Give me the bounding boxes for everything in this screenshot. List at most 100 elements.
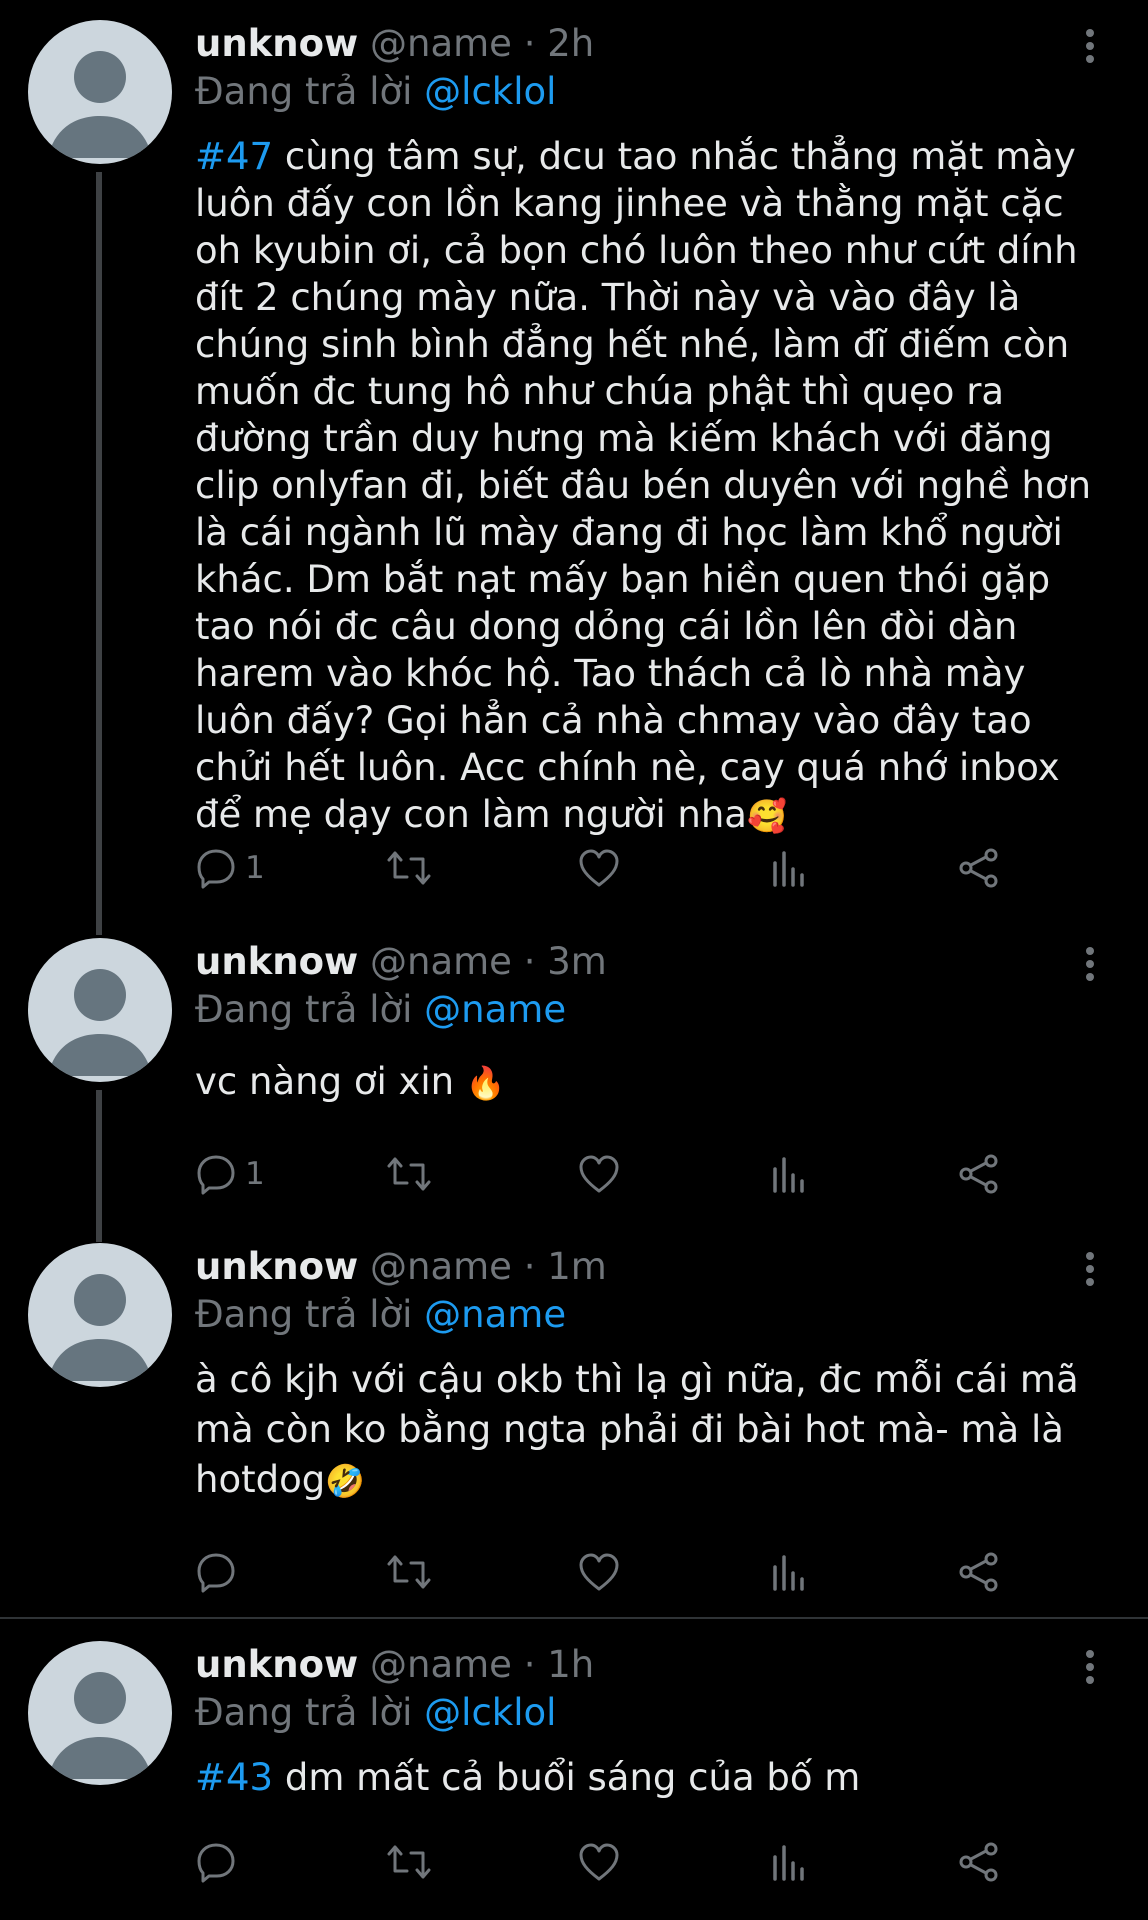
more-options-icon[interactable] bbox=[1078, 1249, 1102, 1289]
hashtag-link[interactable]: #47 bbox=[195, 135, 273, 178]
tweet-text: #43 dm mất cả buổi sáng của bố m bbox=[195, 1754, 1115, 1801]
display-name[interactable]: unknow bbox=[195, 1245, 358, 1288]
replying-to-mention[interactable]: @name bbox=[424, 1293, 566, 1336]
share-button[interactable] bbox=[957, 1837, 1001, 1887]
action-bar: 1 bbox=[195, 843, 1015, 893]
replying-to-label: Đang trả lời bbox=[195, 1293, 413, 1336]
action-bar bbox=[195, 1547, 1015, 1597]
default-avatar-icon bbox=[48, 1274, 152, 1381]
avatar[interactable] bbox=[28, 1641, 172, 1785]
retweet-icon bbox=[387, 1845, 431, 1879]
share-icon bbox=[959, 848, 998, 888]
like-button[interactable] bbox=[577, 843, 621, 893]
emoji: 🥰 bbox=[746, 797, 787, 835]
tweet[interactable]: unknow @name · 3m Đang trả lời @name vc … bbox=[0, 918, 1148, 1218]
tweet[interactable]: unknow @name · 1h Đang trả lời @lcklol #… bbox=[0, 1621, 1148, 1920]
replying-to: Đang trả lời @lcklol bbox=[195, 68, 556, 116]
action-bar: 1 bbox=[195, 1149, 1015, 1199]
emoji: 🤣 bbox=[325, 1462, 366, 1500]
like-button[interactable] bbox=[577, 1837, 621, 1887]
separator-dot: · bbox=[523, 1245, 536, 1288]
replying-to-mention[interactable]: @lcklol bbox=[424, 70, 556, 113]
analytics-button[interactable] bbox=[768, 1837, 810, 1887]
analytics-button[interactable] bbox=[768, 843, 810, 893]
heart-icon bbox=[579, 849, 619, 887]
retweet-button[interactable] bbox=[385, 1149, 433, 1199]
replying-to-label: Đang trả lời bbox=[195, 70, 413, 113]
avatar[interactable] bbox=[28, 20, 172, 164]
replying-to: Đang trả lời @name bbox=[195, 1291, 566, 1339]
replying-to-mention[interactable]: @lcklol bbox=[424, 1691, 556, 1734]
timestamp[interactable]: 3m bbox=[547, 940, 607, 983]
tweet-header: unknow @name · 2h bbox=[195, 20, 594, 68]
share-button[interactable] bbox=[957, 1149, 1001, 1199]
replying-to: Đang trả lời @name bbox=[195, 986, 566, 1034]
separator-dot: · bbox=[523, 1643, 536, 1686]
analytics-button[interactable] bbox=[768, 1149, 810, 1199]
tweet[interactable]: unknow @name · 1m Đang trả lời @name à c… bbox=[0, 1223, 1148, 1613]
retweet-icon bbox=[387, 1157, 431, 1191]
display-name[interactable]: unknow bbox=[195, 22, 358, 65]
heart-icon bbox=[579, 1843, 619, 1881]
heart-icon bbox=[579, 1553, 619, 1591]
reply-icon bbox=[197, 1553, 235, 1593]
avatar[interactable] bbox=[28, 1243, 172, 1387]
default-avatar-icon bbox=[48, 969, 152, 1076]
more-options-icon[interactable] bbox=[1078, 944, 1102, 984]
tweet-text: vc nàng ơi xin 🔥 bbox=[195, 1058, 1115, 1107]
tweet[interactable]: unknow @name · 2h Đang trả lời @lcklol #… bbox=[0, 0, 1148, 900]
retweet-button[interactable] bbox=[385, 843, 433, 893]
reply-button[interactable]: 1 bbox=[195, 843, 265, 893]
tweet-body: dm mất cả buổi sáng của bố m bbox=[273, 1756, 861, 1799]
retweet-button[interactable] bbox=[385, 1837, 433, 1887]
reply-count: 1 bbox=[245, 1156, 265, 1192]
tweet-divider bbox=[0, 1617, 1148, 1619]
default-avatar-icon bbox=[48, 1672, 152, 1779]
tweet-header: unknow @name · 1h bbox=[195, 1641, 594, 1689]
reply-button[interactable] bbox=[195, 1837, 245, 1887]
reply-button[interactable] bbox=[195, 1547, 245, 1597]
more-options-icon[interactable] bbox=[1078, 26, 1102, 66]
reply-button[interactable]: 1 bbox=[195, 1149, 265, 1199]
share-icon bbox=[959, 1154, 998, 1194]
reply-icon bbox=[197, 849, 235, 889]
share-icon bbox=[959, 1552, 998, 1592]
tweet-header: unknow @name · 1m bbox=[195, 1243, 607, 1291]
action-bar bbox=[195, 1837, 1015, 1887]
tweet-body: cùng tâm sự, dcu tao nhắc thẳng mặt mày … bbox=[195, 135, 1103, 836]
analytics-button[interactable] bbox=[768, 1547, 810, 1597]
user-handle[interactable]: @name bbox=[370, 1245, 512, 1288]
display-name[interactable]: unknow bbox=[195, 1643, 358, 1686]
analytics-icon bbox=[773, 851, 804, 887]
analytics-icon bbox=[773, 1157, 804, 1193]
replying-to: Đang trả lời @lcklol bbox=[195, 1689, 556, 1737]
tweet-text: à cô kjh với cậu okb thì lạ gì nữa, đc m… bbox=[195, 1355, 1095, 1506]
user-handle[interactable]: @name bbox=[370, 940, 512, 983]
like-button[interactable] bbox=[577, 1149, 621, 1199]
emoji: 🔥 bbox=[465, 1064, 506, 1102]
share-button[interactable] bbox=[957, 843, 1001, 893]
retweet-button[interactable] bbox=[385, 1547, 433, 1597]
separator-dot: · bbox=[523, 940, 536, 983]
timestamp[interactable]: 2h bbox=[547, 22, 594, 65]
like-button[interactable] bbox=[577, 1547, 621, 1597]
user-handle[interactable]: @name bbox=[370, 1643, 512, 1686]
user-handle[interactable]: @name bbox=[370, 22, 512, 65]
share-icon bbox=[959, 1842, 998, 1882]
tweet-text: #47 cùng tâm sự, dcu tao nhắc thẳng mặt … bbox=[195, 133, 1115, 840]
display-name[interactable]: unknow bbox=[195, 940, 358, 983]
separator-dot: · bbox=[523, 22, 536, 65]
retweet-icon bbox=[387, 851, 431, 885]
analytics-icon bbox=[773, 1555, 804, 1591]
replying-to-label: Đang trả lời bbox=[195, 988, 413, 1031]
tweet-header: unknow @name · 3m bbox=[195, 938, 607, 986]
more-options-icon[interactable] bbox=[1078, 1647, 1102, 1687]
timestamp[interactable]: 1m bbox=[547, 1245, 607, 1288]
avatar[interactable] bbox=[28, 938, 172, 1082]
share-button[interactable] bbox=[957, 1547, 1001, 1597]
replying-to-label: Đang trả lời bbox=[195, 1691, 413, 1734]
hashtag-link[interactable]: #43 bbox=[195, 1756, 273, 1799]
replying-to-mention[interactable]: @name bbox=[424, 988, 566, 1031]
timestamp[interactable]: 1h bbox=[547, 1643, 594, 1686]
default-avatar-icon bbox=[48, 51, 152, 158]
